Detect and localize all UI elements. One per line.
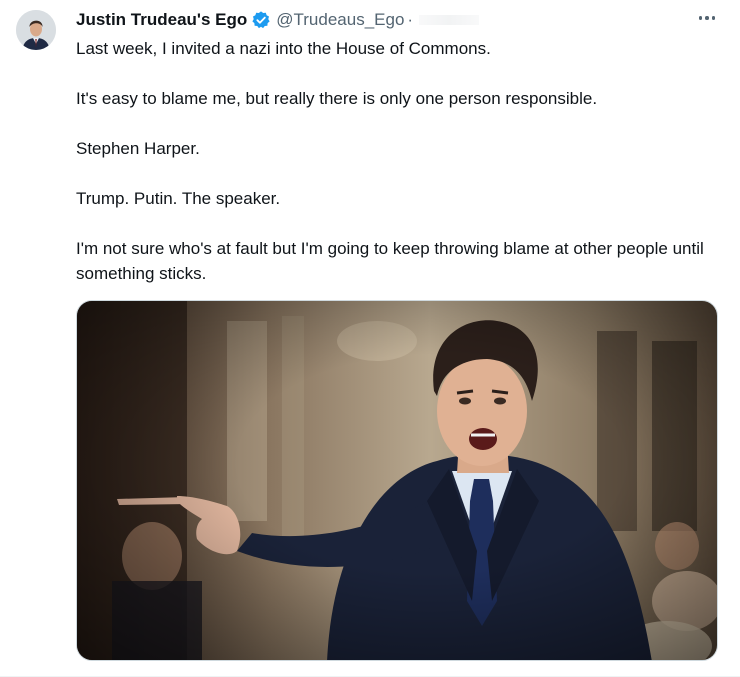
tweet-paragraph: Stephen Harper. [76,139,200,158]
tweet-header: Justin Trudeau's Ego @Trudeaus_Ego · [76,9,480,31]
more-options-button[interactable] [694,8,720,28]
ellipsis-icon [698,16,703,20]
avatar[interactable] [16,10,56,50]
tweet[interactable]: Justin Trudeau's Ego @Trudeaus_Ego · Las… [0,0,740,677]
separator-dot: · [407,10,414,29]
tweet-paragraph: It's easy to blame me, but really there … [76,89,598,108]
verified-badge-icon [251,10,271,30]
tweet-paragraph: I'm not sure who's at fault but I'm goin… [76,239,704,283]
tweet-text: Last week, I invited a nazi into the Hou… [76,36,716,286]
display-name[interactable]: Justin Trudeau's Ego [76,10,247,30]
user-handle[interactable]: @Trudeaus_Ego [276,10,404,30]
tweet-paragraph: Last week, I invited a nazi into the Hou… [76,39,491,58]
tweet-photo[interactable] [76,300,718,661]
redacted-timestamp [419,15,480,25]
tweet-paragraph: Trump. Putin. The speaker. [76,189,281,208]
